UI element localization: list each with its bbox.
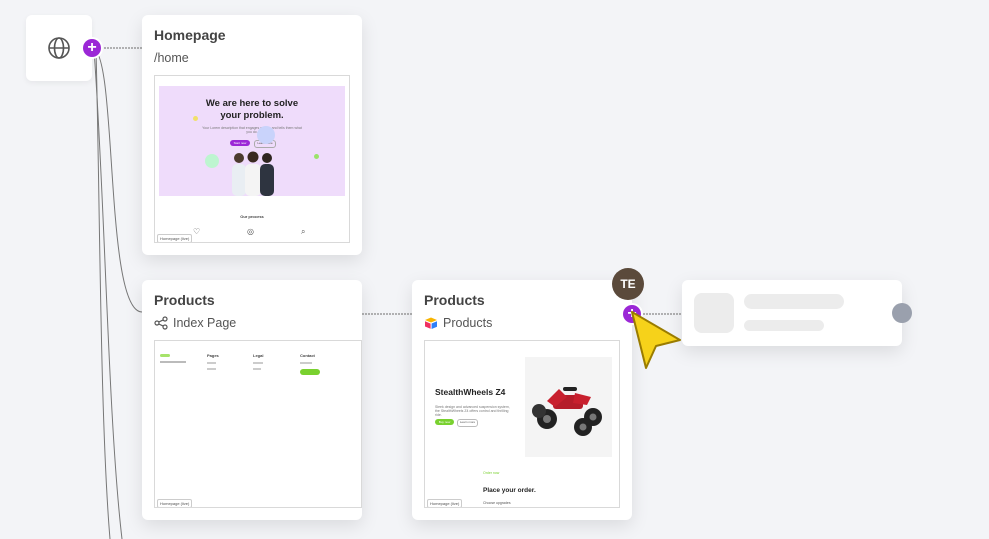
text-line (300, 362, 312, 364)
text-line (207, 368, 216, 370)
order-subtitle: Choose upgrades (483, 501, 511, 505)
product-secondary-button: Learn more (457, 419, 478, 427)
footer-column-title: Pages (207, 353, 219, 358)
contact-button (300, 369, 320, 375)
share-nodes-icon (154, 316, 168, 330)
order-eyebrow: Order now (483, 471, 500, 475)
hero-people-image (227, 148, 279, 196)
status-badge: Homepage (live) (427, 499, 463, 507)
page-preview[interactable]: We are here to solve your problem. Your … (154, 75, 350, 243)
section-title: Our process (240, 214, 264, 219)
hero-section: We are here to solve your problem. Your … (159, 86, 345, 196)
globe-icon (48, 37, 70, 59)
text-line (207, 362, 216, 364)
text-line (160, 361, 186, 363)
product-body: Sleek design and advanced suspension sys… (435, 405, 510, 417)
page-preview[interactable]: Pages Legal Contact Homepage (live) (154, 340, 362, 508)
order-title: Place your order. (483, 487, 536, 494)
products-index-node[interactable]: Products Index Page Pages Legal Contact … (142, 280, 362, 520)
airtable-icon (425, 317, 437, 329)
node-title: Products (424, 292, 485, 308)
logo-mark (160, 354, 170, 357)
status-badge: Homepage (live) (157, 499, 193, 507)
hero-headline: We are here to solve your problem. (205, 98, 299, 121)
page-preview[interactable]: StealthWheels Z4 Sleek design and advanc… (424, 340, 620, 508)
node-subtitle-row: Index Page (154, 316, 236, 330)
text-line (253, 368, 261, 370)
placeholder-node[interactable] (682, 280, 912, 346)
heart-icon: ♡ (193, 227, 201, 236)
homepage-node[interactable]: Homepage /home We are here to solve your… (142, 15, 362, 255)
product-headline: StealthWheels Z4 (435, 387, 506, 397)
cursor-pointer-icon (631, 311, 681, 369)
decor-dot (193, 116, 198, 121)
node-subtitle: Index Page (173, 316, 237, 330)
placeholder-thumbnail (694, 293, 734, 333)
product-image (525, 357, 612, 457)
add-child-button[interactable]: + (83, 39, 101, 57)
footer-column-title: Legal (253, 353, 264, 358)
product-primary-button: Buy now (435, 419, 454, 425)
products-cms-node[interactable]: Products Products StealthWheels Z4 Sleek… (412, 280, 632, 520)
search-icon: ⌕ (301, 227, 306, 236)
decor-circle (257, 126, 275, 144)
footer-column-title: Contact (300, 353, 315, 358)
check-circle-icon: ◎ (247, 227, 254, 236)
connector-handle[interactable] (892, 303, 912, 323)
node-title: Products (154, 292, 215, 308)
status-badge: Homepage (live) (157, 234, 193, 242)
node-subtitle-row: Products (424, 316, 492, 330)
hero-primary-button: Start now (230, 140, 250, 146)
node-path: /home (154, 51, 189, 65)
collaborator-avatar[interactable]: TE (612, 268, 644, 300)
placeholder-title (744, 294, 844, 309)
node-title: Homepage (154, 27, 226, 43)
placeholder-subtitle (744, 320, 824, 331)
hero-body: Your Lorem description that engages peop… (202, 126, 302, 134)
text-line (253, 362, 263, 364)
decor-dot (314, 154, 319, 159)
decor-circle (205, 154, 219, 168)
node-subtitle: Products (443, 316, 493, 330)
